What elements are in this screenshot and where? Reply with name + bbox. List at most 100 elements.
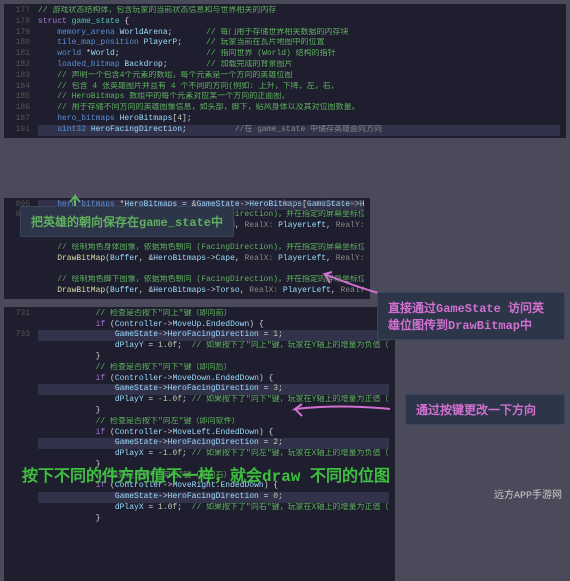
code-line[interactable]: 180 tile_map_position PlayerP; // 玩家当前在瓦… (10, 38, 560, 49)
line-number (10, 352, 38, 363)
code-line[interactable]: 185 // HeroBitmaps 数组中的每个元素对应某一个方向的正面图， (10, 92, 560, 103)
line-number: 181 (10, 49, 38, 60)
line-number: 184 (10, 82, 38, 93)
code-content[interactable]: struct game_state { (38, 17, 560, 28)
line-number: 733 (10, 330, 38, 341)
line-number: 179 (10, 28, 38, 39)
line-number: 180 (10, 38, 38, 49)
code-content[interactable]: // 检查是否按下"向上"键（即向前） (38, 309, 389, 320)
code-line[interactable]: 733 GameState->HeroFacingDirection = 1; (10, 330, 389, 341)
code-line[interactable]: 186 // 用于存储不同方向的英雄图像信息，如头部，脚下，贴风身体以及其对位图… (10, 103, 560, 114)
line-number (10, 254, 38, 265)
line-number: 182 (10, 60, 38, 71)
code-content[interactable]: // 包含 4 张英雄图片并且有 4 个不同的方向(例如: 上升，下降，左，右， (38, 82, 560, 93)
code-content[interactable]: uint32 HeroFacingDirection; //在 game_sta… (38, 125, 560, 136)
line-number (10, 341, 38, 352)
code-line[interactable]: 187 hero_bitmaps HeroBitmaps[4]; (10, 114, 560, 125)
code-line[interactable]: } (10, 514, 389, 525)
code-content[interactable]: world *World; // 指向世界 (World) 结构的指针 (38, 49, 560, 60)
line-number (10, 243, 38, 254)
line-number (10, 503, 38, 514)
code-content[interactable]: // 绘制角色脚下图像，依据角色朝向 (FacingDirection)，并在指… (38, 275, 364, 286)
code-line[interactable]: 183 // 声明一个包含4个元素的数组，每个元素是一个方向的英雄位图 (10, 71, 560, 82)
line-number: 191 (10, 125, 38, 136)
line-number (10, 264, 38, 275)
line-number (10, 514, 38, 525)
code-content[interactable]: // 声明一个包含4个元素的数组，每个元素是一个方向的英雄位图 (38, 71, 560, 82)
arrow-icon (290, 394, 390, 424)
code-line[interactable]: 177// 游戏状态结构体，包含玩家的当前状态信息和与世界相关的内存 (10, 6, 560, 17)
code-content[interactable]: hero_bitmaps HeroBitmaps[4]; (38, 114, 560, 125)
line-number (10, 438, 38, 449)
code-content[interactable]: // 绘制角色身体图像，依据角色朝向 (FacingDirection)，并在指… (38, 243, 364, 254)
code-line[interactable]: 731 // 检查是否按下"向上"键（即向前） (10, 309, 389, 320)
line-number (10, 492, 38, 503)
line-number: 185 (10, 92, 38, 103)
code-content[interactable]: // 用于存储不同方向的英雄图像信息，如头部，脚下，贴风身体以及其对位图数量。 (38, 103, 560, 114)
code-content[interactable]: // 检查是否按下"向下"键（即向后） (38, 363, 389, 374)
line-number (10, 395, 38, 406)
line-number (10, 428, 38, 439)
code-line[interactable]: GameState->HeroFacingDirection = 2; (10, 438, 389, 449)
code-content[interactable]: GameState->HeroFacingDirection = 0; (38, 492, 389, 503)
code-line[interactable]: if (Controller->MoveUp.EndedDown) { (10, 320, 389, 331)
code-block-struct[interactable]: 177// 游戏状态结构体，包含玩家的当前状态信息和与世界相关的内存178str… (4, 4, 566, 138)
line-number (10, 275, 38, 286)
line-number (10, 406, 38, 417)
code-line[interactable]: dPlayY = 1.0f; // 如果按下了"向上"键，玩家在Y轴上的增量为负… (10, 341, 389, 352)
code-content[interactable]: loaded_bitmap Backdrop; // 加载完成的背景图片 (38, 60, 560, 71)
code-content[interactable]: GameState->HeroFacingDirection = 2; (38, 438, 389, 449)
code-content[interactable]: dPlayX = 1.0f; // 如果按下了"向右"键，玩家在X轴上的增量为正… (38, 503, 389, 514)
line-number (10, 417, 38, 428)
code-line[interactable]: dPlayX = -1.0f; // 如果按下了"向左"键，玩家在X轴上的增量为… (10, 449, 389, 460)
line-number: 177 (10, 6, 38, 17)
line-number: 186 (10, 103, 38, 114)
code-content[interactable]: GameState->HeroFacingDirection = 1; (38, 330, 389, 341)
code-line[interactable]: 191 uint32 HeroFacingDirection; //在 game… (10, 125, 560, 136)
code-line[interactable]: 182 loaded_bitmap Backdrop; // 加载完成的背景图片 (10, 60, 560, 71)
annotation-2: 直接通过GameState 访问英雄位图传到DrawBitmap中 (377, 292, 565, 340)
code-content[interactable] (38, 264, 364, 275)
code-content[interactable]: } (38, 352, 389, 363)
code-line[interactable]: // 绘制角色脚下图像，依据角色朝向 (FacingDirection)，并在指… (10, 275, 364, 286)
line-number: 187 (10, 114, 38, 125)
code-content[interactable]: DrawBitMap(Buffer, &HeroBitmaps->Cape, R… (38, 254, 364, 265)
code-line[interactable]: dPlayX = 1.0f; // 如果按下了"向右"键，玩家在X轴上的增量为正… (10, 503, 389, 514)
line-number (10, 320, 38, 331)
code-content[interactable]: } (38, 514, 389, 525)
code-content[interactable]: dPlayY = 1.0f; // 如果按下了"向上"键，玩家在Y轴上的增量为负… (38, 341, 389, 352)
code-content[interactable]: tile_map_position PlayerP; // 玩家当前在瓦片地图中… (38, 38, 560, 49)
code-line[interactable]: } (10, 352, 389, 363)
annotation-1: 把英雄的朝向保存在game_state中 (20, 206, 234, 237)
code-line[interactable]: GameState->HeroFacingDirection = 0; (10, 492, 389, 503)
code-line[interactable]: 178struct game_state { (10, 17, 560, 28)
code-content[interactable]: DrawBitMap(Buffer, &HeroBitmaps->Torso, … (38, 286, 364, 297)
time-label: log., 1 minutes ago (282, 200, 362, 209)
line-number: 183 (10, 71, 38, 82)
line-number (10, 449, 38, 460)
line-number (10, 374, 38, 385)
line-number (10, 384, 38, 395)
code-line[interactable] (10, 264, 364, 275)
code-content[interactable]: if (Controller->MoveDown.EndedDown) { (38, 374, 389, 385)
code-line[interactable]: DrawBitMap(Buffer, &HeroBitmaps->Cape, R… (10, 254, 364, 265)
code-content[interactable]: // 游戏状态结构体，包含玩家的当前状态信息和与世界相关的内存 (38, 6, 560, 17)
code-line[interactable]: // 绘制角色身体图像，依据角色朝向 (FacingDirection)，并在指… (10, 243, 364, 254)
code-content[interactable]: memory_arena WorldArena; // 每门用于存储世界相关数据… (38, 28, 560, 39)
code-line[interactable]: if (Controller->MoveDown.EndedDown) { (10, 374, 389, 385)
line-number (10, 363, 38, 374)
code-line[interactable]: DrawBitMap(Buffer, &HeroBitmaps->Torso, … (10, 286, 364, 297)
code-line[interactable]: 179 memory_arena WorldArena; // 每门用于存储世界… (10, 28, 560, 39)
line-number (10, 286, 38, 297)
code-line[interactable]: // 检查是否按下"向下"键（即向后） (10, 363, 389, 374)
annotation-3: 通过按键更改一下方向 (405, 394, 565, 425)
code-content[interactable]: // HeroBitmaps 数组中的每个元素对应某一个方向的正面图， (38, 92, 560, 103)
code-block-input[interactable]: 731 // 检查是否按下"向上"键（即向前） if (Controller->… (4, 307, 395, 581)
code-line[interactable]: 184 // 包含 4 张英雄图片并且有 4 个不同的方向(例如: 上升，下降，… (10, 82, 560, 93)
code-line[interactable]: 181 world *World; // 指向世界 (World) 结构的指针 (10, 49, 560, 60)
code-content[interactable]: if (Controller->MoveLeft.EndedDown) { (38, 428, 389, 439)
line-number: 731 (10, 309, 38, 320)
code-content[interactable]: if (Controller->MoveUp.EndedDown) { (38, 320, 389, 331)
code-line[interactable]: if (Controller->MoveLeft.EndedDown) { (10, 428, 389, 439)
code-content[interactable]: dPlayX = -1.0f; // 如果按下了"向左"键，玩家在X轴上的增量为… (38, 449, 389, 460)
